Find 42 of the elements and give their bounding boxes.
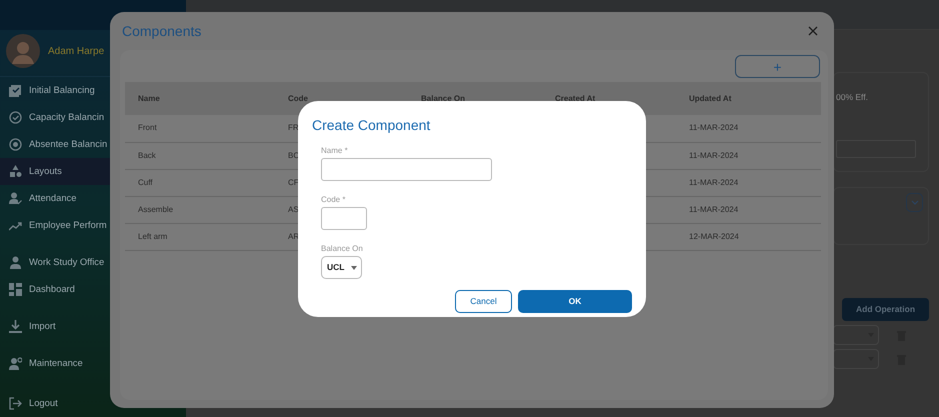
table-cell: 11-MAR-2024: [676, 169, 821, 196]
sidebar-item[interactable]: Work Study Office: [0, 249, 186, 276]
check-circle-icon: [9, 111, 22, 124]
avatar: [6, 34, 40, 68]
person-icon: [9, 256, 22, 269]
person-gear-icon: [9, 357, 22, 370]
dashboard-icon: [9, 283, 22, 296]
caret-icon: [351, 266, 357, 270]
input-field[interactable]: [321, 207, 367, 230]
ok-button[interactable]: OK: [518, 290, 632, 313]
input-field[interactable]: [321, 158, 492, 181]
sidebar-item[interactable]: Dashboard: [0, 276, 186, 303]
table-cell: Front: [125, 115, 275, 142]
sidebar-item[interactable]: Import: [0, 313, 186, 340]
column-header: Name: [125, 82, 275, 115]
field-label: Name *: [321, 145, 349, 157]
expand-button[interactable]: [906, 193, 923, 212]
logout-icon: [9, 397, 22, 410]
table-cell: 11-MAR-2024: [676, 196, 821, 223]
table-cell: Cuff: [125, 169, 275, 196]
user-name: Adam Harpe: [48, 44, 104, 58]
select-field[interactable]: UCL: [321, 256, 362, 279]
target-icon: [9, 138, 22, 151]
cancel-button[interactable]: Cancel: [455, 290, 512, 313]
download-icon: [9, 320, 22, 333]
close-icon: [808, 26, 818, 36]
table-cell: Assemble: [125, 196, 275, 223]
chevron-icon: [910, 200, 918, 205]
table-cell: 11-MAR-2024: [676, 115, 821, 142]
checklist-icon: [9, 84, 22, 97]
sidebar-item[interactable]: Maintenance: [0, 350, 186, 377]
person-check-icon: [9, 192, 22, 205]
shapes-icon: [9, 165, 22, 178]
table-cell: 12-MAR-2024: [676, 223, 821, 250]
efficiency-text: 00% Eff.: [836, 91, 869, 104]
dialog-title: Components: [122, 22, 202, 41]
table-cell: 11-MAR-2024: [676, 142, 821, 169]
field-label: Code *: [321, 194, 346, 206]
sidebar-item[interactable]: Logout: [0, 390, 186, 417]
column-header: Updated At: [676, 82, 821, 115]
table-cell: Back: [125, 142, 275, 169]
table-cell: Left arm: [125, 223, 275, 250]
